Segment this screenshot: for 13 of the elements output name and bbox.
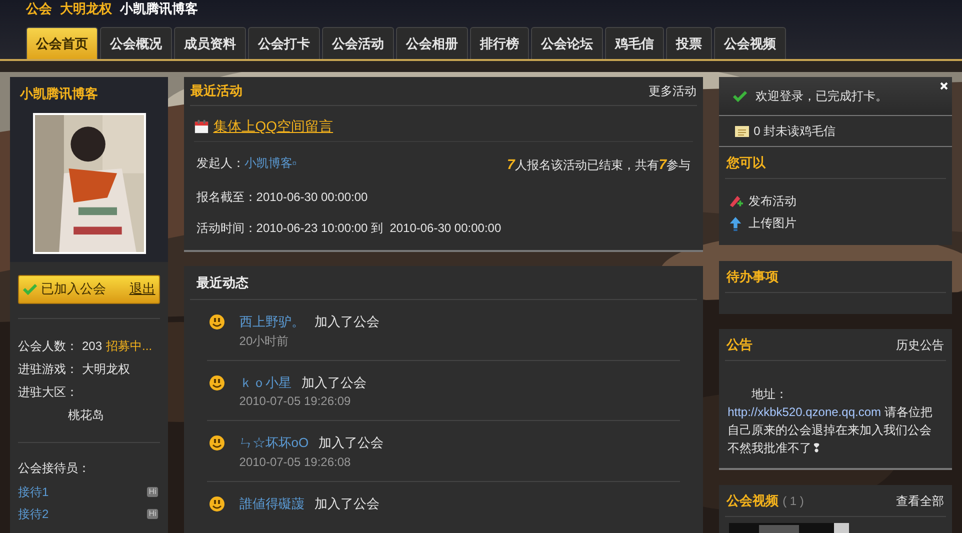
nav-tab[interactable]: 公会打卡 [248, 27, 320, 59]
breadcrumb-link[interactable]: 公会 [26, 1, 52, 17]
nav-tab[interactable]: 公会首页 [26, 27, 98, 59]
nav-tab[interactable]: 投票 [666, 27, 712, 59]
nav-tab[interactable]: 公会论坛 [531, 27, 603, 59]
nav-tab[interactable]: 鸡毛信 [605, 27, 664, 59]
nav-tab[interactable]: 公会概况 [100, 27, 172, 59]
breadcrumb-link[interactable]: 大明龙权 [60, 1, 112, 17]
nav-tab[interactable]: 成员资料 [174, 27, 246, 59]
nav-tab[interactable]: 公会相册 [396, 27, 468, 59]
nav-tab[interactable]: 公会活动 [322, 27, 394, 59]
nav-tab[interactable]: 公会视频 [714, 27, 786, 59]
nav-tab[interactable]: 排行榜 [470, 27, 529, 59]
